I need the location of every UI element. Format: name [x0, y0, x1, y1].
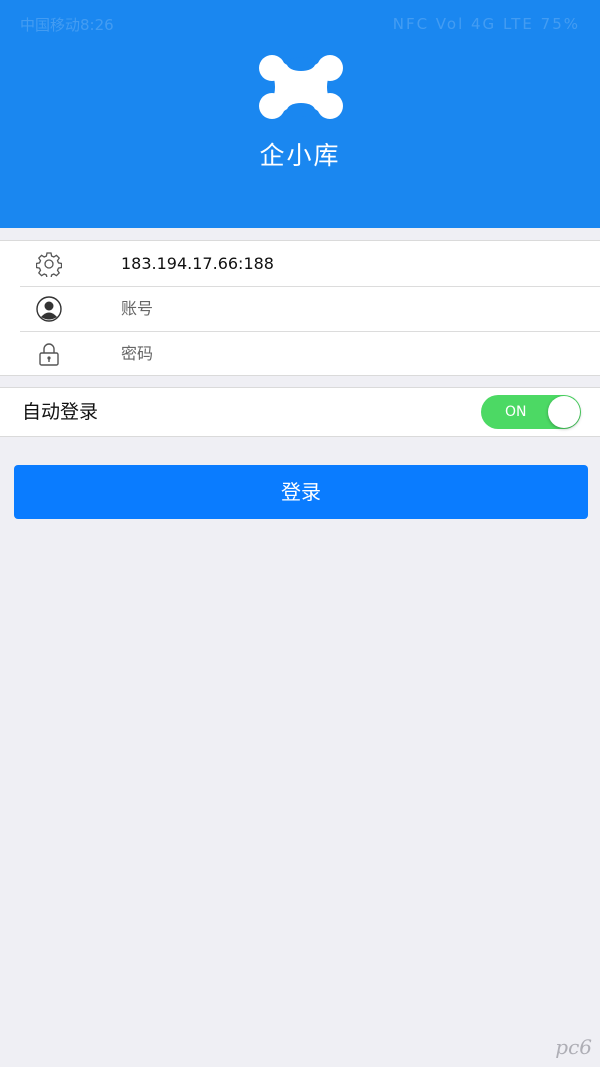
app-title: 企小库: [259, 141, 341, 170]
login-form: 183.194.17.66:188 账号 密码: [0, 240, 600, 376]
status-carrier-time: 中国移动8:26: [20, 15, 114, 34]
user-icon: [36, 296, 62, 322]
account-row[interactable]: 账号: [0, 286, 600, 331]
auto-login-label: 自动登录: [22, 401, 99, 423]
login-button[interactable]: 登录: [14, 465, 588, 519]
status-indicators: NFC Vol 4G LTE 75%: [392, 15, 580, 33]
status-bar: 中国移动8:26 NFC Vol 4G LTE 75%: [0, 0, 600, 48]
server-row[interactable]: 183.194.17.66:188: [0, 241, 600, 286]
x-logo-icon: [259, 55, 343, 119]
password-row[interactable]: 密码: [0, 331, 600, 376]
lock-icon: [39, 343, 59, 366]
auto-login-row: 自动登录 ON: [0, 387, 600, 437]
toggle-knob: [548, 396, 580, 428]
password-field[interactable]: 密码: [121, 331, 153, 376]
header-banner: 中国移动8:26 NFC Vol 4G LTE 75% 企小库: [0, 0, 600, 228]
account-field[interactable]: 账号: [121, 286, 153, 331]
auto-login-toggle[interactable]: ON: [481, 395, 581, 429]
server-address-field[interactable]: 183.194.17.66:188: [121, 241, 274, 286]
gear-icon: [36, 252, 62, 277]
watermark: pc6: [555, 1035, 592, 1059]
toggle-on-label: ON: [505, 404, 527, 420]
